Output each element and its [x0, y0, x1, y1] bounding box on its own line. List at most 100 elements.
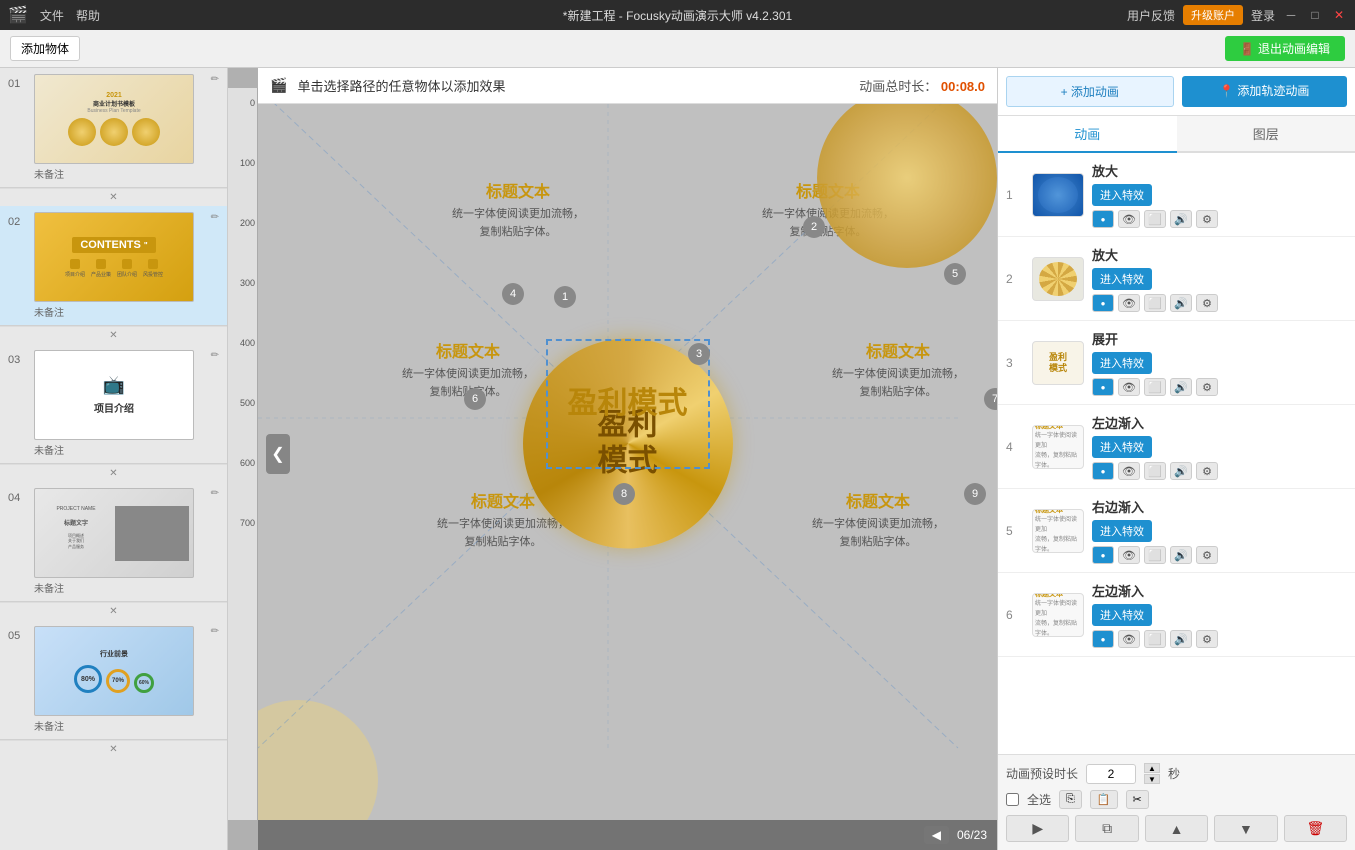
login-button[interactable]: 登录: [1251, 7, 1275, 24]
duration-input[interactable]: [1086, 764, 1136, 784]
anim-enter-btn-1[interactable]: 进入特效: [1092, 184, 1152, 206]
anim-thumb-3: 盈利模式: [1032, 341, 1084, 385]
node-badge-8[interactable]: 8: [613, 483, 635, 505]
add-track-button[interactable]: 📍 添加轨迹动画: [1182, 76, 1348, 107]
anim-ctrl-gear-4[interactable]: ⚙: [1196, 462, 1218, 480]
anim-info-2: 放大 进入特效 ● 👁 ⬜ 🔊 ⚙: [1092, 245, 1347, 312]
delete-selected-button[interactable]: ✂: [1126, 790, 1149, 809]
anim-ctrl-sound-2[interactable]: 🔊: [1170, 294, 1192, 312]
anim-ctrl-visible-6[interactable]: ●: [1092, 630, 1114, 648]
anim-ctrl-eye-5[interactable]: 👁: [1118, 546, 1140, 564]
menu-item-file[interactable]: 文件: [40, 7, 64, 24]
add-object-button[interactable]: 添加物体: [10, 36, 80, 61]
tab-animation[interactable]: 动画: [998, 116, 1177, 153]
anim-ctrl-gear-2[interactable]: ⚙: [1196, 294, 1218, 312]
slide-edit-icon-1[interactable]: ✏: [211, 74, 219, 85]
move-down-button[interactable]: ▼: [1214, 815, 1277, 842]
move-up-button[interactable]: ▲: [1145, 815, 1208, 842]
slide-edit-icon-5[interactable]: ✏: [211, 626, 219, 637]
prev-slide-button[interactable]: ◀: [924, 826, 949, 844]
anim-ctrl-eye-4[interactable]: 👁: [1118, 462, 1140, 480]
anim-ctrl-screen-4[interactable]: ⬜: [1144, 462, 1166, 480]
select-all-checkbox[interactable]: [1006, 793, 1019, 806]
anim-ctrl-sound-3[interactable]: 🔊: [1170, 378, 1192, 396]
anim-ctrl-screen-2[interactable]: ⬜: [1144, 294, 1166, 312]
node-badge-6[interactable]: 6: [464, 388, 486, 410]
spin-down[interactable]: ▼: [1144, 774, 1160, 784]
titlebar-right: 用户反馈 升级账户 登录 ─ □ ✕: [1127, 5, 1347, 25]
slide-thumb-3: 📺 项目介绍: [34, 350, 194, 440]
anim-ctrl-visible-5[interactable]: ●: [1092, 546, 1114, 564]
anim-ctrl-visible-3[interactable]: ●: [1092, 378, 1114, 396]
slide-footer-5[interactable]: ✕: [0, 740, 227, 758]
anim-ctrl-eye-2[interactable]: 👁: [1118, 294, 1140, 312]
play-button[interactable]: ▶: [1006, 815, 1069, 842]
anim-enter-btn-2[interactable]: 进入特效: [1092, 268, 1152, 290]
slide-item-3[interactable]: 03 📺 项目介绍 未备注 ✏: [0, 344, 227, 464]
slide-edit-icon-4[interactable]: ✏: [211, 488, 219, 499]
right-panel: + 添加动画 📍 添加轨迹动画 动画 图层 1 放大 进入特效 ● 👁: [997, 68, 1355, 850]
slide-item-1[interactable]: 01 2021 商业计划书模板 Business Plan Template: [0, 68, 227, 188]
anim-ctrl-screen-6[interactable]: ⬜: [1144, 630, 1166, 648]
anim-row-1: 1 放大 进入特效 ● 👁 ⬜ 🔊 ⚙: [998, 153, 1355, 237]
anim-ctrl-sound-5[interactable]: 🔊: [1170, 546, 1192, 564]
tab-layer[interactable]: 图层: [1177, 116, 1355, 153]
slide-footer-2[interactable]: ✕: [0, 326, 227, 344]
anim-ctrl-gear-1[interactable]: ⚙: [1196, 210, 1218, 228]
anim-ctrl-sound-1[interactable]: 🔊: [1170, 210, 1192, 228]
paste-button[interactable]: 📋: [1090, 790, 1118, 809]
anim-ctrl-screen-5[interactable]: ⬜: [1144, 546, 1166, 564]
anim-ctrl-eye-6[interactable]: 👁: [1118, 630, 1140, 648]
app-icon: 🎬: [8, 5, 28, 25]
anim-ctrl-sound-4[interactable]: 🔊: [1170, 462, 1192, 480]
minimize-button[interactable]: ─: [1283, 7, 1299, 23]
anim-ctrl-gear-6[interactable]: ⚙: [1196, 630, 1218, 648]
right-top-buttons: + 添加动画 📍 添加轨迹动画: [998, 68, 1355, 116]
anim-ctrl-visible-4[interactable]: ●: [1092, 462, 1114, 480]
upgrade-button[interactable]: 升级账户: [1183, 5, 1243, 25]
anim-ctrl-screen-3[interactable]: ⬜: [1144, 378, 1166, 396]
slide-edit-icon-3[interactable]: ✏: [211, 350, 219, 361]
menu-item-help[interactable]: 帮助: [76, 7, 100, 24]
slide-footer-1[interactable]: ✕: [0, 188, 227, 206]
anim-ctrl-visible-2[interactable]: ●: [1092, 294, 1114, 312]
center-circle[interactable]: 盈利模式: [523, 339, 733, 549]
anim-enter-btn-3[interactable]: 进入特效: [1092, 352, 1152, 374]
canvas-content[interactable]: 盈利模式 盈利 模式 标题文本 统一字体使阅读更加流畅，复制粘贴字体。 标题文本…: [258, 88, 997, 820]
anim-enter-btn-6[interactable]: 进入特效: [1092, 604, 1152, 626]
anim-row-5: 5 标题文本统一字体使阅读更加流畅，复制粘贴字体。 右边渐入 进入特效 ● 👁 …: [998, 489, 1355, 573]
anim-ctrl-visible-1[interactable]: ●: [1092, 210, 1114, 228]
anim-enter-btn-4[interactable]: 进入特效: [1092, 436, 1152, 458]
slide-edit-icon-2[interactable]: ✏: [211, 212, 219, 223]
slide-footer-4[interactable]: ✕: [0, 602, 227, 620]
anim-ctrl-gear-3[interactable]: ⚙: [1196, 378, 1218, 396]
spin-up[interactable]: ▲: [1144, 763, 1160, 773]
slide-footer-3[interactable]: ✕: [0, 464, 227, 482]
node-badge-9[interactable]: 9: [964, 483, 986, 505]
add-animation-button[interactable]: + 添加动画: [1006, 76, 1174, 107]
slide-item-2[interactable]: 02 CONTENTS " 项目介绍 产品业策 团队介绍 风投管控 未备注: [0, 206, 227, 326]
user-feedback-link[interactable]: 用户反馈: [1127, 7, 1175, 24]
close-button[interactable]: ✕: [1331, 7, 1347, 23]
delete-button[interactable]: 🗑: [1284, 815, 1347, 842]
maximize-button[interactable]: □: [1307, 7, 1323, 23]
node-badge-2[interactable]: 2: [803, 216, 825, 238]
anim-ctrl-eye-3[interactable]: 👁: [1118, 378, 1140, 396]
node-badge-7[interactable]: 7: [984, 388, 997, 410]
anim-ctrl-screen-1[interactable]: ⬜: [1144, 210, 1166, 228]
anim-ctrl-sound-6[interactable]: 🔊: [1170, 630, 1192, 648]
main-layout: 01 2021 商业计划书模板 Business Plan Template: [0, 68, 1355, 850]
anim-enter-btn-5[interactable]: 进入特效: [1092, 520, 1152, 542]
exit-animation-button[interactable]: 🚪 退出动画编辑: [1225, 36, 1345, 61]
copy-anim-button[interactable]: ⧉: [1075, 815, 1138, 842]
anim-ctrl-gear-5[interactable]: ⚙: [1196, 546, 1218, 564]
slide-item-4[interactable]: 04 PROJECT NAME标题文字项目概述关于我们产品服务 未备注 ✏: [0, 482, 227, 602]
node-badge-1[interactable]: 1: [554, 286, 576, 308]
node-badge-4[interactable]: 4: [502, 283, 524, 305]
anim-ctrl-eye-1[interactable]: 👁: [1118, 210, 1140, 228]
node-badge-5[interactable]: 5: [944, 263, 966, 285]
copy-button[interactable]: ⎘: [1059, 790, 1082, 809]
canvas-nav-arrow[interactable]: ❮: [266, 434, 290, 474]
slide-item-5[interactable]: 05 行业前景 80% 70% 60%: [0, 620, 227, 740]
node-badge-3[interactable]: 3: [688, 343, 710, 365]
